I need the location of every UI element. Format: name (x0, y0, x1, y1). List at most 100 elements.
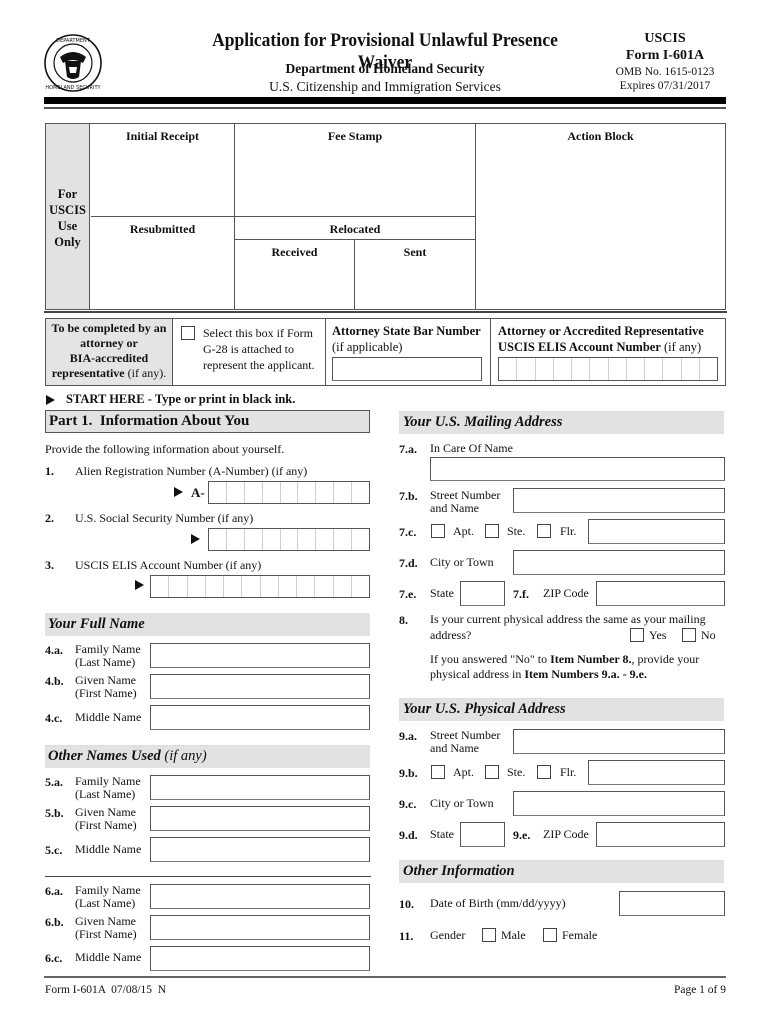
g28-attached-checkbox[interactable] (181, 326, 195, 340)
other-name2-middle-input[interactable] (150, 946, 370, 971)
input-cell[interactable] (224, 576, 243, 597)
input-cell[interactable] (627, 358, 645, 380)
gender-male-checkbox[interactable] (482, 928, 496, 942)
input-cell[interactable] (682, 358, 700, 380)
input-cell[interactable] (352, 482, 369, 503)
input-cell[interactable] (554, 358, 572, 380)
care-of-input[interactable] (430, 457, 725, 481)
elis-account-input[interactable] (150, 575, 370, 598)
input-cell[interactable] (572, 358, 591, 380)
action-block-label: Action Block (567, 129, 634, 143)
mail-street-input[interactable] (513, 488, 725, 513)
phys-state-input[interactable] (460, 822, 505, 847)
attorney-label-2: attorney or (80, 336, 138, 350)
attorney-elis-label-2-bold: USCIS ELIS Account Number (498, 340, 661, 354)
uscis-side-label: For USCIS Use Only (46, 124, 90, 309)
attorney-elis-label-2-rest: (if any) (660, 340, 702, 354)
phys-zip-input[interactable] (596, 822, 725, 847)
input-cell[interactable] (334, 576, 352, 597)
phys-apt-checkbox[interactable] (431, 765, 445, 779)
input-cell[interactable] (151, 576, 170, 597)
input-cell[interactable] (209, 529, 227, 550)
other-name2-middle-number: 6.c. (45, 951, 63, 965)
input-cell[interactable] (281, 482, 299, 503)
phys-state-number: 9.d. (399, 828, 418, 842)
family-name-input[interactable] (150, 643, 370, 668)
input-cell[interactable] (315, 576, 334, 597)
other-name1-family-input[interactable] (150, 775, 370, 800)
input-cell[interactable] (334, 529, 353, 550)
attorney-box-top-rule (44, 311, 727, 313)
input-cell[interactable] (316, 529, 335, 550)
mail-ste-checkbox[interactable] (485, 524, 499, 538)
g28-text-2: G-28 is attached to (203, 342, 294, 356)
input-cell[interactable] (352, 529, 369, 550)
given-name-input[interactable] (150, 674, 370, 699)
input-cell[interactable] (298, 529, 317, 550)
gender-female-checkbox[interactable] (543, 928, 557, 942)
input-cell[interactable] (536, 358, 554, 380)
phys-street-input[interactable] (513, 729, 725, 754)
mail-state-input[interactable] (460, 581, 505, 606)
dob-input[interactable] (619, 891, 725, 916)
input-cell[interactable] (645, 358, 664, 380)
input-cell[interactable] (169, 576, 188, 597)
input-cell[interactable] (590, 358, 609, 380)
other-name2-family-label: Family Name (Last Name) (75, 883, 141, 910)
input-cell[interactable] (263, 482, 281, 503)
input-cell[interactable] (316, 482, 335, 503)
input-cell[interactable] (279, 576, 297, 597)
a-number-input[interactable] (208, 481, 370, 504)
input-cell[interactable] (227, 482, 245, 503)
input-cell[interactable] (517, 358, 536, 380)
input-cell[interactable] (334, 482, 353, 503)
input-cell[interactable] (188, 576, 206, 597)
input-cell[interactable] (352, 576, 369, 597)
phys-unit-input[interactable] (588, 760, 725, 785)
phys-ste-checkbox[interactable] (485, 765, 499, 779)
part1-intro: Provide the following information about … (45, 442, 285, 456)
mail-city-label: City or Town (430, 555, 494, 569)
part1-title: Part 1. Information About You (49, 413, 250, 429)
input-cell[interactable] (297, 576, 316, 597)
input-cell[interactable] (245, 482, 263, 503)
q8-yes-checkbox[interactable] (630, 628, 644, 642)
other-name2-given-input[interactable] (150, 915, 370, 940)
input-cell[interactable] (700, 358, 717, 380)
ssn-input[interactable] (208, 528, 370, 551)
input-cell[interactable] (242, 576, 261, 597)
mail-apt-checkbox[interactable] (431, 524, 445, 538)
mail-street-number: 7.b. (399, 489, 418, 503)
input-cell[interactable] (261, 576, 279, 597)
input-cell[interactable] (609, 358, 627, 380)
other-name1-middle-input[interactable] (150, 837, 370, 862)
input-cell[interactable] (281, 529, 299, 550)
input-cell[interactable] (499, 358, 518, 380)
middle-name-input[interactable] (150, 705, 370, 730)
input-cell[interactable] (227, 529, 245, 550)
uscis-label: USCIS (644, 31, 686, 46)
input-cell[interactable] (663, 358, 682, 380)
attorney-elis-input[interactable] (498, 357, 718, 381)
input-cell[interactable] (245, 529, 263, 550)
phys-city-input[interactable] (513, 791, 725, 816)
phys-ste-label: Ste. (507, 765, 526, 779)
mail-flr-checkbox[interactable] (537, 524, 551, 538)
sent-label: Sent (403, 245, 427, 259)
input-cell[interactable] (298, 482, 317, 503)
mail-city-input[interactable] (513, 550, 725, 575)
resubmitted-label: Resubmitted (129, 222, 196, 236)
bar-number-input[interactable] (332, 357, 482, 381)
q8-no-checkbox[interactable] (682, 628, 696, 642)
mail-unit-input[interactable] (588, 519, 725, 544)
input-cell[interactable] (209, 482, 227, 503)
input-cell[interactable] (263, 529, 281, 550)
g28-instruction: Select this box if Form G-28 is attached… (203, 325, 315, 373)
mail-zip-input[interactable] (596, 581, 725, 606)
phys-flr-checkbox[interactable] (537, 765, 551, 779)
other-name2-family-input[interactable] (150, 884, 370, 909)
input-cell[interactable] (206, 576, 224, 597)
other-name1-given-input[interactable] (150, 806, 370, 831)
department-name: Department of Homeland Security (285, 61, 485, 76)
relocated-label: Relocated (329, 222, 381, 236)
